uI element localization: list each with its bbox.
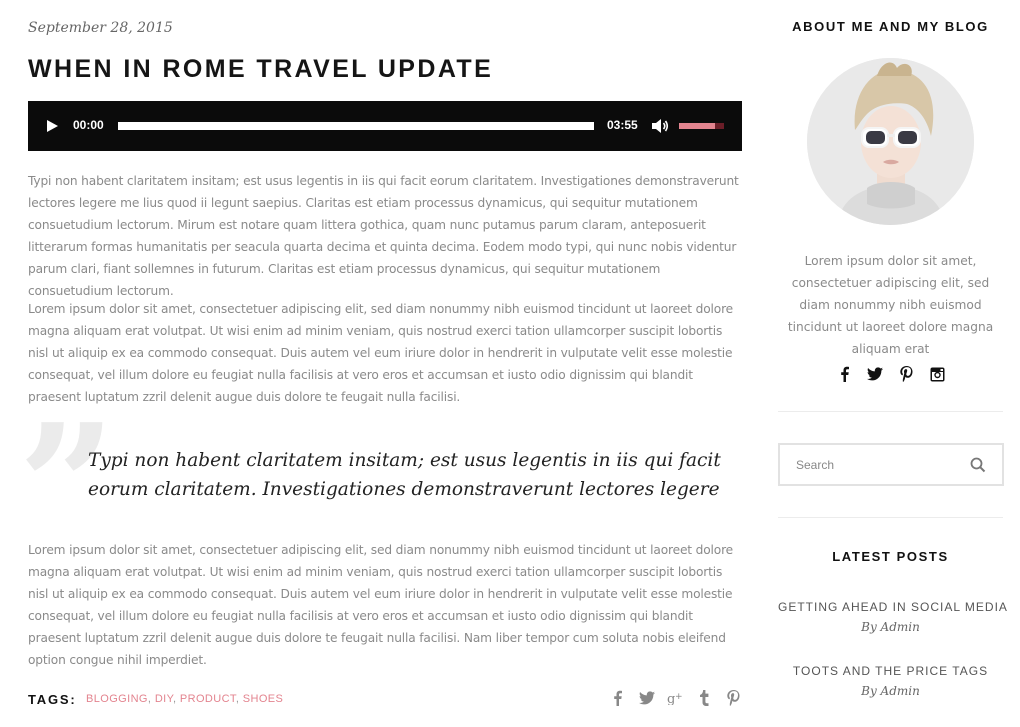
about-title: ABOUT ME AND MY BLOG [792,19,989,34]
tag-separator: , [147,693,155,705]
avatar [807,58,974,225]
search-icon[interactable] [970,457,986,473]
svg-text:+: + [675,692,683,702]
pinterest-icon[interactable] [898,365,915,383]
tag-link[interactable]: DIY [155,693,173,705]
latest-post-title[interactable]: GETTING AHEAD IN SOCIAL MEDIA [778,600,1007,614]
tag-separator: , [172,693,180,705]
volume-icon[interactable] [650,116,670,136]
about-text: Lorem ipsum dolor sit amet, consectetuer… [787,254,994,356]
latest-post-item: TOOTS AND THE PRICE TAGS By Admin [778,664,1003,698]
volume-slider[interactable] [679,123,724,129]
facebook-icon[interactable] [609,688,626,708]
audio-duration: 03:55 [607,118,638,132]
instagram-icon[interactable] [929,365,946,383]
pinterest-icon[interactable] [725,688,742,708]
latest-post-byline: By Admin [861,620,920,634]
audio-player: 00:00 03:55 [28,101,742,151]
search-box [778,443,1004,486]
tag-list: BLOGGING, DIY, PRODUCT, SHOES [86,693,283,705]
share-icons: g + [609,688,742,708]
latest-post-byline: By Admin [861,684,920,698]
post-paragraph: Lorem ipsum dolor sit amet, consectetuer… [28,302,734,404]
tag-link[interactable]: SHOES [243,693,284,705]
latest-post-item: GETTING AHEAD IN SOCIAL MEDIA By Admin [778,600,1007,634]
social-links [778,365,1003,383]
divider [778,411,1003,412]
search-input[interactable] [796,455,956,475]
twitter-icon[interactable] [867,365,884,383]
audio-progress-bar[interactable] [118,122,594,130]
tags-label: TAGS: [28,692,77,707]
tag-link[interactable]: BLOGGING [86,693,148,705]
post-title[interactable]: WHEN IN ROME TRAVEL UPDATE [28,55,493,84]
tag-link[interactable]: PRODUCT [180,693,236,705]
post-footer: TAGS: BLOGGING, DIY, PRODUCT, SHOES g + [28,688,742,712]
divider [778,517,1003,518]
post-paragraph: Lorem ipsum dolor sit amet, consectetuer… [28,543,734,667]
twitter-icon[interactable] [638,688,655,708]
post-date: September 28, 2015 [28,20,173,36]
google-plus-icon[interactable]: g + [667,688,684,708]
play-icon[interactable] [47,120,58,132]
tumblr-icon[interactable] [696,688,713,708]
volume-level [679,123,715,129]
facebook-icon[interactable] [836,365,853,383]
audio-current-time: 00:00 [73,118,104,132]
latest-post-title[interactable]: TOOTS AND THE PRICE TAGS [778,664,1003,678]
tag-separator: , [235,693,243,705]
post-paragraph: Typi non habent claritatem insitam; est … [28,174,739,298]
blockquote: Typi non habent claritatem insitam; est … [88,450,721,500]
latest-posts-title: LATEST POSTS [832,549,949,564]
